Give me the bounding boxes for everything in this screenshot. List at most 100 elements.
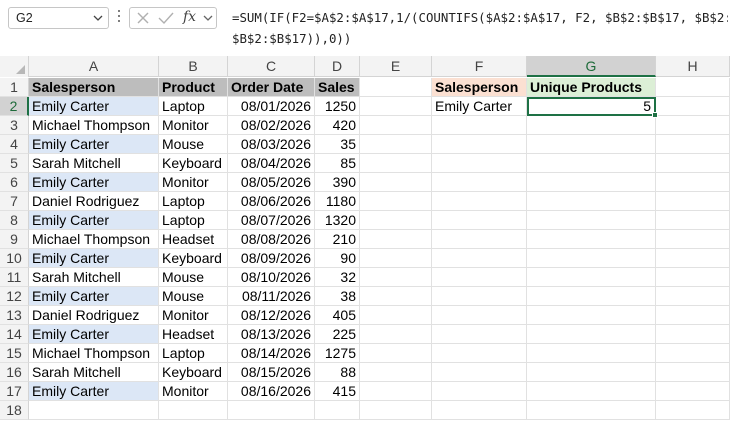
- cell[interactable]: [527, 306, 656, 325]
- column-header-g[interactable]: G: [527, 56, 656, 77]
- table-cell[interactable]: 08/05/2026: [228, 173, 315, 192]
- column-header-c[interactable]: C: [228, 56, 315, 77]
- table-cell[interactable]: Keyboard: [159, 154, 228, 173]
- table-cell[interactable]: Daniel Rodriguez: [29, 192, 159, 211]
- cell[interactable]: [656, 287, 730, 306]
- table-cell[interactable]: Sarah Mitchell: [29, 268, 159, 287]
- cell[interactable]: [527, 230, 656, 249]
- cell[interactable]: [527, 268, 656, 287]
- cell[interactable]: [656, 230, 730, 249]
- table-cell[interactable]: 08/14/2026: [228, 344, 315, 363]
- lookup-header-unique-products[interactable]: Unique Products: [527, 78, 656, 97]
- table-cell[interactable]: 1275: [315, 344, 360, 363]
- table-cell[interactable]: 85: [315, 154, 360, 173]
- cell[interactable]: [527, 344, 656, 363]
- table-cell[interactable]: 08/12/2026: [228, 306, 315, 325]
- table-cell[interactable]: Mouse: [159, 287, 228, 306]
- cell[interactable]: [432, 268, 527, 287]
- row-header-11[interactable]: 11: [0, 268, 29, 287]
- table-cell[interactable]: Michael Thompson: [29, 116, 159, 135]
- cell[interactable]: [432, 382, 527, 401]
- cell[interactable]: [360, 344, 432, 363]
- table-cell[interactable]: 225: [315, 325, 360, 344]
- table-cell[interactable]: Monitor: [159, 306, 228, 325]
- column-header-d[interactable]: D: [315, 56, 360, 77]
- cell[interactable]: [228, 401, 315, 420]
- active-cell-unique-products[interactable]: 5: [527, 97, 656, 116]
- column-header-b[interactable]: B: [159, 56, 228, 77]
- row-header-5[interactable]: 5: [0, 154, 29, 173]
- row-header-9[interactable]: 9: [0, 230, 29, 249]
- cancel-icon[interactable]: [136, 11, 150, 25]
- cell[interactable]: [656, 135, 730, 154]
- cell[interactable]: [656, 211, 730, 230]
- cell[interactable]: [360, 97, 432, 116]
- cell[interactable]: [656, 249, 730, 268]
- cell[interactable]: [527, 287, 656, 306]
- cell[interactable]: [656, 401, 730, 420]
- table-cell[interactable]: Mouse: [159, 135, 228, 154]
- table-cell[interactable]: 1320: [315, 211, 360, 230]
- chevron-down-icon[interactable]: [203, 13, 213, 23]
- cell[interactable]: [656, 382, 730, 401]
- table-cell[interactable]: 08/16/2026: [228, 382, 315, 401]
- table-cell[interactable]: Monitor: [159, 173, 228, 192]
- table-header-cell[interactable]: Product: [159, 78, 228, 97]
- enter-check-icon[interactable]: [158, 11, 174, 25]
- insert-function-icon[interactable]: fx: [183, 9, 196, 25]
- cell[interactable]: [360, 401, 432, 420]
- row-header-8[interactable]: 8: [0, 211, 29, 230]
- cell[interactable]: [656, 192, 730, 211]
- column-header-a[interactable]: A: [29, 56, 159, 77]
- row-header-3[interactable]: 3: [0, 116, 29, 135]
- cell[interactable]: [360, 173, 432, 192]
- cell[interactable]: [360, 306, 432, 325]
- table-cell[interactable]: 32: [315, 268, 360, 287]
- table-cell[interactable]: 210: [315, 230, 360, 249]
- table-cell[interactable]: 08/09/2026: [228, 249, 315, 268]
- table-cell[interactable]: 38: [315, 287, 360, 306]
- table-cell[interactable]: Monitor: [159, 116, 228, 135]
- table-cell[interactable]: 1180: [315, 192, 360, 211]
- cell[interactable]: [527, 116, 656, 135]
- cell[interactable]: [360, 116, 432, 135]
- table-header-cell[interactable]: Order Date: [228, 78, 315, 97]
- row-header-15[interactable]: 15: [0, 344, 29, 363]
- table-cell[interactable]: Headset: [159, 230, 228, 249]
- cell[interactable]: [432, 287, 527, 306]
- table-cell[interactable]: Emily Carter: [29, 325, 159, 344]
- table-cell[interactable]: 405: [315, 306, 360, 325]
- table-cell[interactable]: 08/08/2026: [228, 230, 315, 249]
- table-cell[interactable]: Laptop: [159, 211, 228, 230]
- fill-handle[interactable]: [652, 112, 658, 118]
- row-header-2[interactable]: 2: [0, 97, 29, 116]
- table-cell[interactable]: 88: [315, 363, 360, 382]
- table-cell[interactable]: Laptop: [159, 344, 228, 363]
- cell[interactable]: [432, 211, 527, 230]
- cell[interactable]: [360, 268, 432, 287]
- cell[interactable]: [432, 135, 527, 154]
- cell[interactable]: [360, 230, 432, 249]
- row-header-16[interactable]: 16: [0, 363, 29, 382]
- table-cell[interactable]: Headset: [159, 325, 228, 344]
- row-header-1[interactable]: 1: [0, 78, 29, 97]
- table-cell[interactable]: Keyboard: [159, 363, 228, 382]
- table-cell[interactable]: 08/03/2026: [228, 135, 315, 154]
- cell[interactable]: [527, 211, 656, 230]
- table-cell[interactable]: 35: [315, 135, 360, 154]
- table-cell[interactable]: Emily Carter: [29, 97, 159, 116]
- table-cell[interactable]: Sarah Mitchell: [29, 363, 159, 382]
- name-box[interactable]: G2: [8, 7, 109, 29]
- table-cell[interactable]: 08/13/2026: [228, 325, 315, 344]
- cell[interactable]: [360, 135, 432, 154]
- table-cell[interactable]: Daniel Rodriguez: [29, 306, 159, 325]
- table-cell[interactable]: Emily Carter: [29, 211, 159, 230]
- table-cell[interactable]: Emily Carter: [29, 382, 159, 401]
- table-cell[interactable]: 08/07/2026: [228, 211, 315, 230]
- table-cell[interactable]: 08/15/2026: [228, 363, 315, 382]
- row-header-10[interactable]: 10: [0, 249, 29, 268]
- table-cell[interactable]: Laptop: [159, 192, 228, 211]
- cell[interactable]: [360, 154, 432, 173]
- column-header-f[interactable]: F: [432, 56, 527, 77]
- cell[interactable]: [656, 344, 730, 363]
